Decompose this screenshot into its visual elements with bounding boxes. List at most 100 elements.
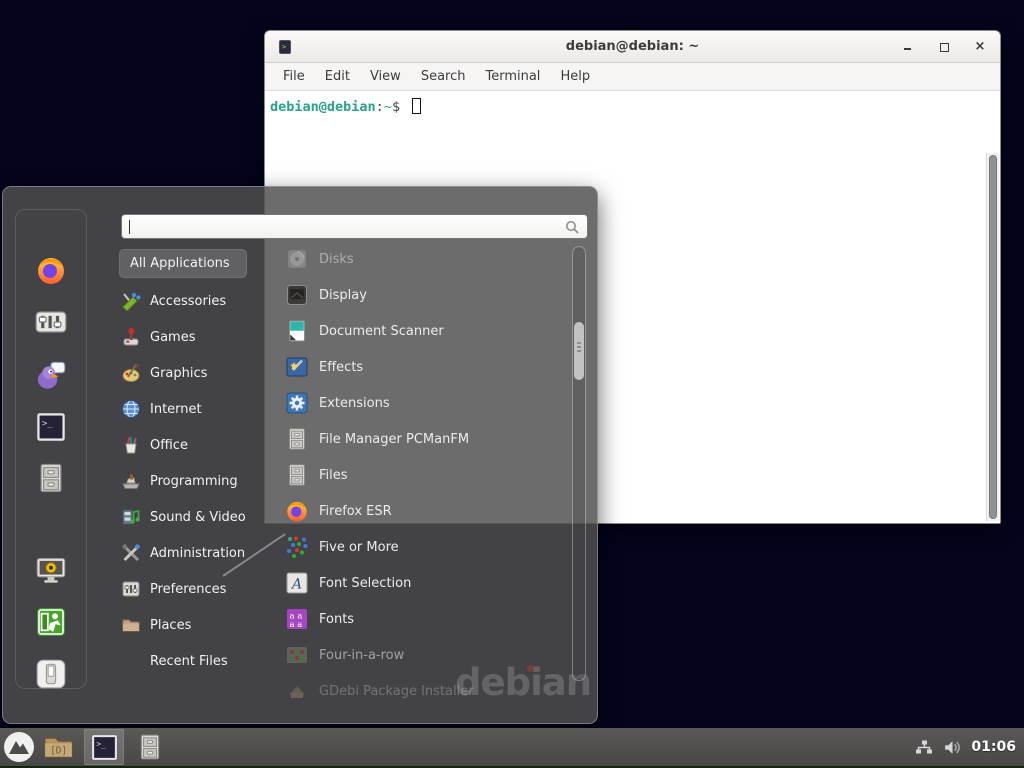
volume-icon[interactable] bbox=[943, 739, 962, 756]
category-administration[interactable]: Administration bbox=[119, 535, 279, 571]
font-selection-icon: A bbox=[285, 571, 309, 595]
category-list: All Applications Accessories Games bbox=[119, 249, 279, 679]
application-list: Disks Display Document Scanner bbox=[285, 241, 571, 711]
menu-scrollbar-thumb[interactable] bbox=[574, 322, 584, 380]
svg-text:A: A bbox=[290, 577, 302, 593]
menu-scrollbar[interactable] bbox=[572, 246, 586, 681]
app-item-five-or-more[interactable]: Five or More bbox=[285, 529, 571, 565]
svg-text:a a: a a bbox=[290, 620, 303, 630]
office-icon bbox=[121, 435, 141, 455]
category-office[interactable]: Office bbox=[119, 427, 279, 463]
svg-text:[D]: [D] bbox=[50, 745, 67, 756]
favorite-settings-button[interactable] bbox=[35, 306, 67, 338]
prompt-path: ~ bbox=[384, 99, 392, 115]
firefox-icon bbox=[35, 254, 67, 286]
log-out-icon bbox=[35, 606, 67, 638]
menu-search[interactable]: Search bbox=[411, 63, 476, 91]
category-games[interactable]: Games bbox=[119, 319, 279, 355]
fonts-icon: a a a a bbox=[285, 607, 309, 631]
internet-globe-icon bbox=[121, 399, 141, 419]
menu-terminal[interactable]: Terminal bbox=[475, 63, 550, 91]
app-item-disks[interactable]: Disks bbox=[285, 241, 571, 277]
lock-screen-button[interactable] bbox=[35, 554, 67, 586]
app-item-display[interactable]: Display bbox=[285, 277, 571, 313]
category-accessories[interactable]: Accessories bbox=[119, 283, 279, 319]
prompt-separator: : bbox=[376, 99, 384, 115]
sound-video-icon bbox=[121, 507, 141, 527]
accessories-icon bbox=[121, 291, 141, 311]
app-item-files[interactable]: Files bbox=[285, 457, 571, 493]
menu-button[interactable] bbox=[0, 728, 38, 766]
category-places[interactable]: Places bbox=[119, 607, 279, 643]
four-in-a-row-icon bbox=[285, 643, 309, 667]
search-input[interactable] bbox=[121, 214, 588, 239]
terminal-scrollbar-thumb[interactable] bbox=[989, 155, 997, 519]
menu-file[interactable]: File bbox=[273, 63, 315, 91]
category-sound-video[interactable]: Sound & Video bbox=[119, 499, 279, 535]
files-icon bbox=[285, 463, 309, 487]
terminal-menubar: File Edit View Search Terminal Help bbox=[265, 63, 1000, 91]
administration-icon bbox=[121, 543, 141, 563]
app-item-four-in-a-row[interactable]: Four-in-a-row bbox=[285, 637, 571, 673]
five-or-more-icon bbox=[285, 535, 309, 559]
desktop-folder-launcher[interactable]: [D] bbox=[38, 728, 78, 766]
app-item-extensions[interactable]: Extensions bbox=[285, 385, 571, 421]
svg-text:>_: >_ bbox=[42, 419, 53, 429]
preferences-icon bbox=[121, 579, 141, 599]
file-cabinet-icon bbox=[35, 462, 67, 494]
favorite-firefox-button[interactable] bbox=[35, 254, 67, 286]
app-item-effects[interactable]: Effects bbox=[285, 349, 571, 385]
terminal-titlebar[interactable]: > debian@debian: ~ × bbox=[265, 31, 1000, 63]
terminal-icon: >_ bbox=[35, 411, 67, 443]
desktop-folder-icon: [D] bbox=[43, 734, 74, 761]
close-button[interactable]: × bbox=[974, 41, 986, 53]
menu-logo-icon bbox=[3, 731, 35, 763]
svg-text:>_: >_ bbox=[96, 738, 106, 748]
games-icon bbox=[121, 327, 141, 347]
programming-icon bbox=[121, 471, 141, 491]
app-item-fonts[interactable]: a a a a Fonts bbox=[285, 601, 571, 637]
terminal-cursor bbox=[412, 98, 421, 114]
terminal-task-icon: >_ bbox=[90, 733, 119, 762]
app-item-document-scanner[interactable]: Document Scanner bbox=[285, 313, 571, 349]
minimize-button[interactable] bbox=[902, 41, 914, 53]
graphics-icon bbox=[121, 363, 141, 383]
extensions-icon bbox=[285, 391, 309, 415]
log-out-button[interactable] bbox=[35, 606, 67, 638]
shut-down-icon bbox=[35, 658, 67, 690]
places-folder-icon bbox=[121, 615, 141, 635]
category-internet[interactable]: Internet bbox=[119, 391, 279, 427]
category-graphics[interactable]: Graphics bbox=[119, 355, 279, 391]
task-terminal[interactable]: >_ bbox=[84, 729, 124, 765]
terminal-window-title: debian@debian: ~ bbox=[265, 39, 1000, 54]
maximize-button[interactable] bbox=[938, 41, 950, 53]
favorite-terminal-button[interactable]: >_ bbox=[35, 411, 67, 443]
effects-icon bbox=[285, 355, 309, 379]
favorite-files-button[interactable] bbox=[35, 462, 67, 494]
category-all-applications[interactable]: All Applications bbox=[119, 249, 247, 278]
document-scanner-icon bbox=[285, 319, 309, 343]
shut-down-button[interactable] bbox=[35, 658, 67, 690]
files-task-icon bbox=[136, 733, 164, 761]
clock[interactable]: 01:06 bbox=[971, 739, 1016, 755]
task-files[interactable] bbox=[130, 729, 170, 765]
app-item-file-manager-pcmanfm[interactable]: File Manager PCManFM bbox=[285, 421, 571, 457]
app-item-font-selection[interactable]: A Font Selection bbox=[285, 565, 571, 601]
favorite-pidgin-button[interactable] bbox=[35, 359, 67, 391]
gdebi-icon bbox=[285, 679, 309, 703]
category-recent-files[interactable]: Recent Files bbox=[119, 643, 279, 679]
menu-edit[interactable]: Edit bbox=[315, 63, 360, 91]
menu-view[interactable]: View bbox=[360, 63, 411, 91]
menu-help[interactable]: Help bbox=[550, 63, 600, 91]
network-icon[interactable] bbox=[914, 739, 934, 756]
category-preferences[interactable]: Preferences bbox=[119, 571, 279, 607]
app-item-firefox-esr[interactable]: Firefox ESR bbox=[285, 493, 571, 529]
firefox-esr-icon bbox=[285, 499, 309, 523]
search-icon bbox=[565, 220, 580, 235]
terminal-scrollbar[interactable] bbox=[986, 153, 999, 521]
shell-prompt: debian@debian:~$ bbox=[270, 98, 421, 115]
category-programming[interactable]: Programming bbox=[119, 463, 279, 499]
lock-screen-icon bbox=[35, 554, 67, 586]
app-item-gdebi-package-installer[interactable]: GDebi Package Installer bbox=[285, 673, 571, 709]
favorites-sidebar: >_ bbox=[15, 209, 87, 689]
